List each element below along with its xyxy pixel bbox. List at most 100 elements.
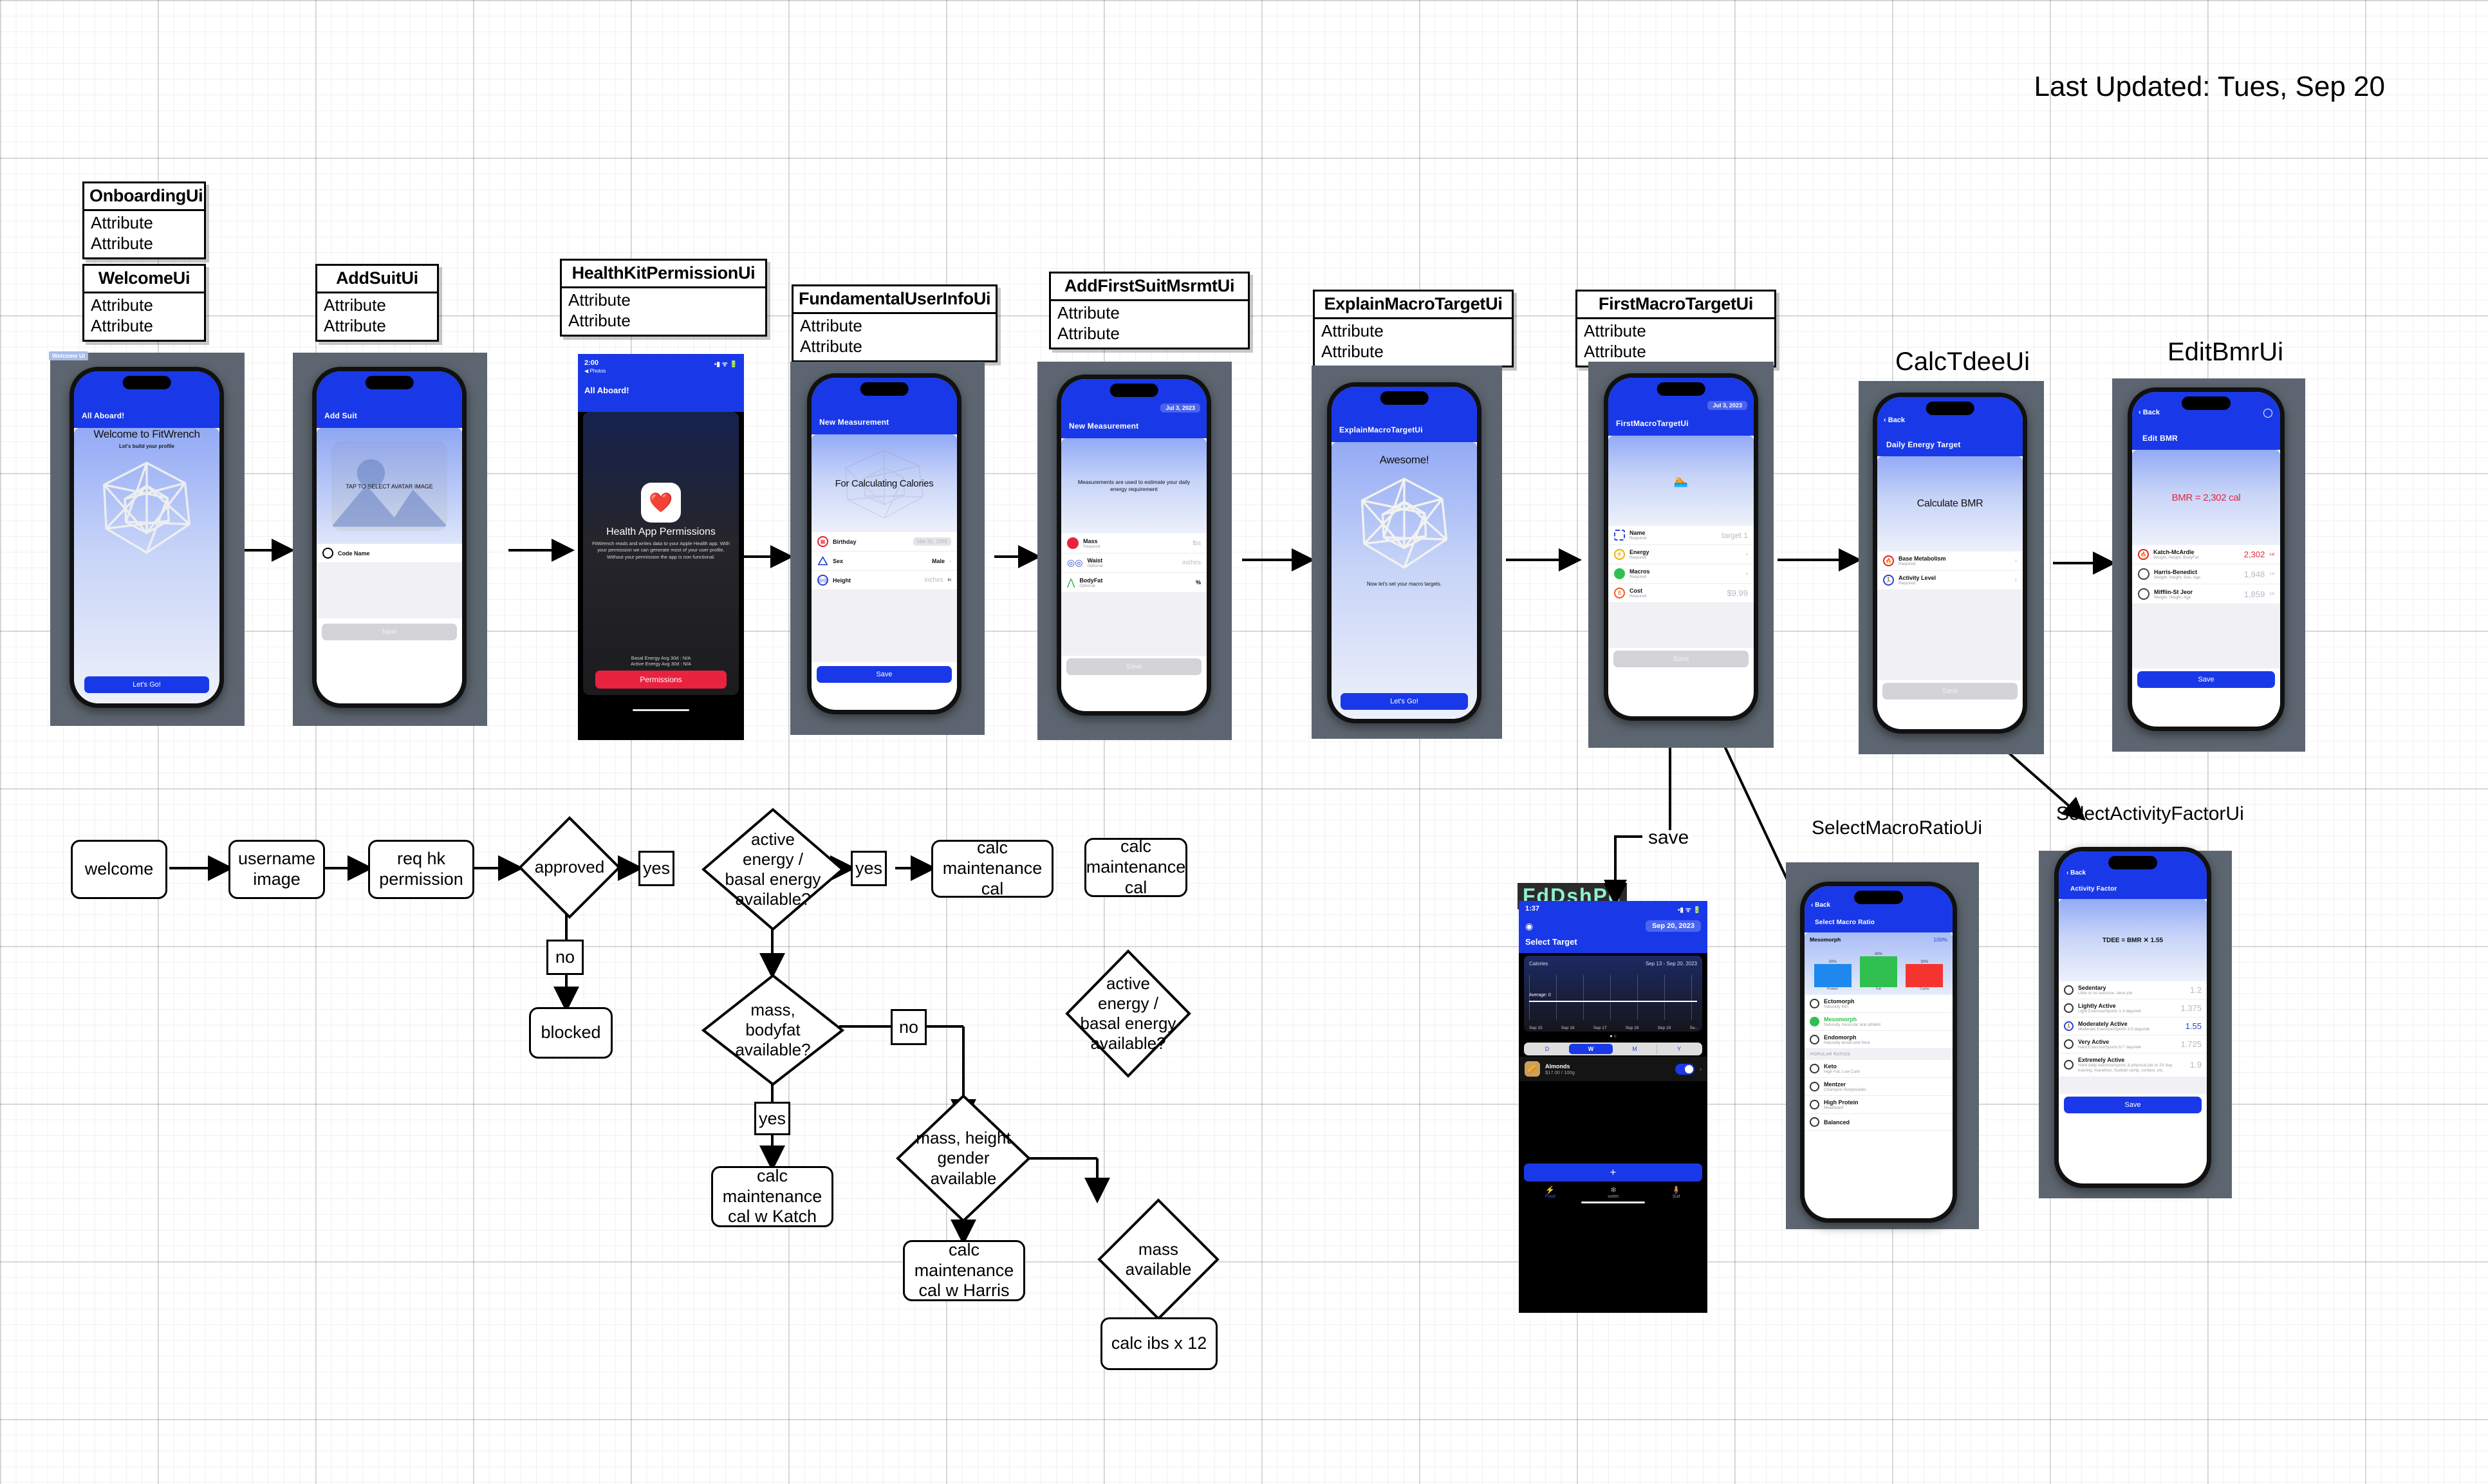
row-mass[interactable]: Mass Required lbs	[1061, 533, 1207, 553]
row-value[interactable]: Mar 31, 1999	[913, 537, 951, 546]
back-button[interactable]: ‹ Back	[1811, 902, 1830, 909]
row-label: Mifflin-St Jeor	[2154, 588, 2193, 595]
code-name-field[interactable]: Code Name	[317, 544, 462, 563]
lets-go-button[interactable]: Let's Go!	[1340, 693, 1469, 710]
add-button[interactable]: +	[1524, 1164, 1702, 1182]
option-ectomorph[interactable]: Ectomorph Naturally thin	[1805, 995, 1953, 1013]
save-button[interactable]: Save	[2137, 671, 2275, 688]
calories-chart[interactable]: Calories Sep 13 - Sep 20, 2023 Average: …	[1524, 956, 1702, 1032]
row-birthday[interactable]: ▦ Birthday Mar 31, 1999	[812, 532, 957, 552]
segment-w[interactable]: W	[1569, 1044, 1613, 1054]
save-button[interactable]: Save	[1882, 683, 2018, 700]
row-label: Harris-Benedict	[2154, 568, 2198, 575]
radio-icon[interactable]	[1810, 999, 1819, 1008]
page-dots[interactable]: ● ○	[1519, 1032, 1707, 1041]
save-button[interactable]: Save	[2064, 1096, 2202, 1113]
back-button[interactable]: ‹ Back	[2139, 409, 2160, 416]
option-endomorph[interactable]: Endomorph Naturally broad and thick	[1805, 1031, 1953, 1049]
radio-icon[interactable]	[1810, 1082, 1819, 1091]
option-keto[interactable]: Keto High Fat, Low Carb	[1805, 1060, 1953, 1078]
tab-bar[interactable]: ⚡ Food ❄ water 🧍 Suit	[1519, 1182, 1707, 1201]
tab-food[interactable]: ⚡ Food	[1545, 1185, 1555, 1199]
row-label: Macros	[1629, 568, 1650, 575]
food-list-item[interactable]: 🥜 Almonds $17.00 / 100g ›	[1519, 1057, 1707, 1081]
row-cost[interactable]: B Cost Required $9.99	[1608, 584, 1754, 603]
date-chip[interactable]: Jul 3, 2023	[1707, 401, 1747, 410]
row-energy[interactable]: ⚡ Energy Required ›	[1608, 545, 1754, 564]
period-segmented-control[interactable]: D W M Y	[1524, 1043, 1702, 1055]
permissions-button[interactable]: Permissions	[595, 671, 727, 689]
option-value: 1.2	[2189, 985, 2202, 995]
row-base-metabolism[interactable]: 🔥 Base Metabolism Required ›	[1877, 552, 2023, 571]
next-button[interactable]: Next	[322, 624, 457, 640]
row-value[interactable]: inches	[1182, 559, 1201, 566]
option-very-active[interactable]: Very Active Hard Exercise/Sports 6-7 day…	[2059, 1035, 2207, 1053]
row-value[interactable]: target 1	[1722, 531, 1748, 540]
tab-suit[interactable]: 🧍 Suit	[1671, 1185, 1681, 1199]
row-activity-level[interactable]: 🏃 Activity Level Required ›	[1877, 571, 2023, 590]
row-macros[interactable]: Macros Required ›	[1608, 564, 1754, 584]
row-harris-benedict[interactable]: Harris-Benedict Weight, Height, Sex, Age…	[2132, 564, 2280, 584]
segment-m[interactable]: M	[1613, 1044, 1657, 1054]
healthkit-heading: Health App Permissions	[606, 526, 716, 537]
option-lightly-active[interactable]: Lightly Active Light Exercise/Sports 1-3…	[2059, 999, 2207, 1017]
row-sex[interactable]: Sex Male ›	[812, 552, 957, 571]
segment-d[interactable]: D	[1525, 1044, 1569, 1054]
row-value[interactable]: lbs	[1193, 540, 1201, 547]
row-mifflin-st-jeor[interactable]: Mifflin-St Jeor Weight, Height, Age 1,85…	[2132, 584, 2280, 604]
option-mentzer[interactable]: Mentzer Champion Bodybuilder	[1805, 1078, 1953, 1096]
avatar-picker[interactable]: TAP TO SELECT AVATAR IMAGE	[317, 428, 462, 544]
tab-water[interactable]: ❄ water	[1608, 1185, 1619, 1199]
option-balanced[interactable]: Balanced	[1805, 1114, 1953, 1131]
row-waist[interactable]: ◎◎ Waist Optional inches	[1061, 553, 1207, 573]
status-back-link[interactable]: ◀ Photos	[584, 368, 738, 374]
row-value[interactable]: $9.99	[1727, 588, 1748, 598]
row-name[interactable]: Name Required target 1	[1608, 526, 1754, 545]
radio-icon[interactable]	[1810, 1035, 1819, 1044]
date-chip[interactable]: Jul 3, 2023	[1160, 403, 1200, 413]
row-value[interactable]: inches	[925, 577, 943, 584]
account-icon[interactable]	[2263, 409, 2272, 418]
settings-icon[interactable]: ◉	[1525, 921, 1533, 932]
option-extremely-active[interactable]: Extremely Active Hard daily exercise/spo…	[2059, 1053, 2207, 1077]
save-button[interactable]: Save	[1613, 651, 1749, 667]
back-button[interactable]: ‹ Back	[1884, 416, 1905, 424]
page-title: Last Updated: Tues, Sep 20	[2034, 71, 2386, 102]
pie-icon[interactable]	[1810, 1017, 1819, 1026]
radio-icon[interactable]	[1810, 1100, 1819, 1109]
option-moderately-active[interactable]: 🏃 Moderately Active Moderate Exercise/Sp…	[2059, 1017, 2207, 1035]
macro-ratio-chart: Mesomorph 100% 30% Protein 40% Fat 30% C…	[1805, 932, 1953, 995]
row-bodyfat[interactable]: ⋀ BodyFat Optional %	[1061, 573, 1207, 593]
option-sedentary[interactable]: Sedentary Little or no exercise, desk jo…	[2059, 981, 2207, 999]
segment-y[interactable]: Y	[1657, 1044, 1701, 1054]
radio-icon[interactable]	[2064, 1003, 2074, 1013]
runner-icon[interactable]: 🏃	[2064, 1021, 2074, 1031]
flow-node-username-image: username image	[228, 840, 325, 899]
label-edit-bmr-ui: EditBmrUi	[2168, 338, 2284, 366]
radio-icon[interactable]	[2138, 588, 2149, 600]
radio-icon[interactable]	[2138, 568, 2149, 580]
radio-icon[interactable]	[2064, 985, 2074, 995]
date-chip[interactable]: Sep 20, 2023	[1645, 920, 1701, 932]
nav-title: ExplainMacroTargetUi	[1339, 425, 1423, 434]
radio-icon[interactable]	[2064, 1060, 2074, 1070]
option-mesomorph[interactable]: Mesomorph Naturally muscular and athleti…	[1805, 1013, 1953, 1031]
option-high-protein[interactable]: High Protein Meathead!	[1805, 1096, 1953, 1114]
row-height[interactable]: ◎◎ Height inches in	[812, 571, 957, 590]
nav-title: All Aboard!	[584, 385, 629, 395]
food-toggle[interactable]	[1675, 1063, 1694, 1075]
uml-class-title: AddFirstSuitMsrmtUi	[1051, 274, 1248, 301]
lets-go-button[interactable]: Let's Go!	[84, 676, 210, 693]
uml-class-title: WelcomeUi	[84, 266, 204, 293]
option-sub: Little or no exercise, desk job	[2078, 991, 2133, 996]
radio-icon[interactable]	[1810, 1117, 1819, 1127]
radio-icon[interactable]	[2064, 1039, 2074, 1049]
row-value: 1,948	[2243, 569, 2265, 579]
save-button[interactable]: Save	[1066, 658, 1202, 675]
nav-title: New Measurement	[1069, 422, 1139, 431]
radio-icon[interactable]	[1810, 1064, 1819, 1073]
save-button[interactable]: Save	[817, 666, 952, 683]
uml-class-title: FirstMacroTargetUi	[1577, 292, 1774, 319]
back-button[interactable]: ‹ Back	[2066, 869, 2086, 876]
row-katch-mcardle[interactable]: 🔥 Katch-McArdle Weight, Height, BodyFat …	[2132, 545, 2280, 564]
